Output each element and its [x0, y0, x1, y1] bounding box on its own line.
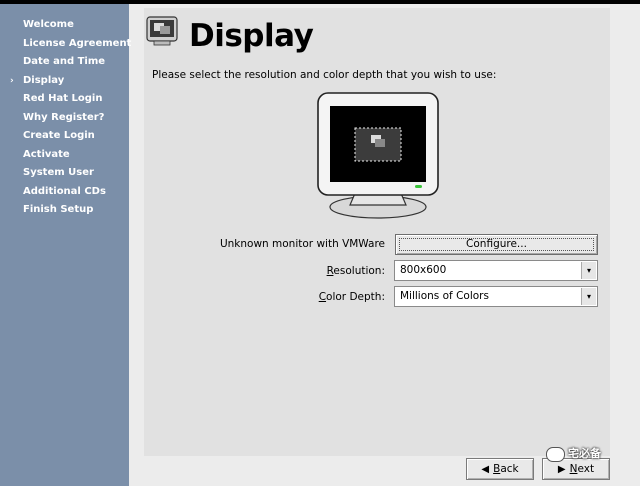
watermark: 宅必备 — [546, 445, 601, 462]
sidebar-item-label: Red Hat Login — [23, 93, 103, 104]
monitor-label: Unknown monitor with VMWare — [219, 238, 385, 250]
sidebar: Welcome License Agreement Date and Time … — [0, 4, 132, 486]
color-depth-value: Millions of Colors — [400, 290, 489, 302]
resolution-label-text: esolution: — [333, 265, 385, 277]
sidebar-item-label: Why Register? — [23, 111, 105, 123]
firstboot-window: Welcome License Agreement Date and Time … — [0, 4, 640, 486]
next-arrow-icon: ▶ — [557, 464, 566, 475]
resolution-label: Resolution: — [214, 265, 385, 277]
current-step-arrow-icon: › — [10, 75, 14, 86]
sidebar-item-activate: Activate — [0, 146, 129, 165]
resolution-select[interactable]: 800x600 ▾ — [394, 260, 598, 281]
resolution-value: 800x600 — [400, 264, 447, 276]
sidebar-item-display: › Display — [0, 72, 129, 91]
sidebar-item-label: License Agreement — [23, 37, 132, 49]
sidebar-item-label: Create Login — [23, 130, 95, 141]
main-panel: Display Please select the resolution and… — [144, 8, 610, 456]
next-label: ext — [577, 463, 595, 475]
sidebar-item-finish-setup: Finish Setup — [0, 201, 129, 220]
sidebar-item-label: Welcome — [23, 19, 74, 30]
configure-button-label: Configure... — [466, 238, 527, 250]
sidebar-item-label: Display — [23, 74, 65, 86]
sidebar-item-system-user: System User — [0, 164, 129, 183]
page-title: Display — [189, 18, 314, 54]
sidebar-item-label: Additional CDs — [23, 185, 106, 197]
sidebar-item-license-agreement: License Agreement — [0, 35, 132, 54]
back-label: ack — [500, 463, 519, 475]
back-button[interactable]: ◀ Back — [466, 458, 534, 480]
sidebar-item-additional-cds: Additional CDs — [0, 183, 129, 202]
watermark-text: 宅必备 — [568, 447, 601, 460]
sidebar-item-label: Finish Setup — [23, 204, 94, 215]
sidebar-item-label: System User — [23, 167, 94, 178]
sidebar-item-why-register: Why Register? — [0, 109, 129, 128]
color-depth-label: Color Depth: — [214, 291, 385, 303]
monitor-preview-icon — [317, 92, 439, 219]
chevron-down-icon[interactable]: ▾ — [581, 288, 596, 305]
sidebar-item-label: Activate — [23, 148, 70, 160]
color-depth-label-mnemonic: C — [318, 291, 327, 303]
back-arrow-icon: ◀ — [481, 464, 490, 475]
sidebar-item-welcome: Welcome — [0, 16, 129, 35]
chat-bubble-icon — [546, 446, 565, 462]
sidebar-item-red-hat-login: Red Hat Login — [0, 90, 129, 109]
sidebar-item-create-login: Create Login — [0, 127, 129, 146]
display-icon — [146, 16, 178, 46]
intro-text: Please select the resolution and color d… — [152, 69, 497, 81]
sidebar-item-date-and-time: Date and Time — [0, 53, 129, 72]
color-depth-label-text: olor Depth: — [326, 291, 385, 303]
color-depth-select[interactable]: Millions of Colors ▾ — [394, 286, 598, 307]
sidebar-item-label: Date and Time — [23, 56, 106, 67]
chevron-down-icon[interactable]: ▾ — [581, 262, 596, 279]
configure-button[interactable]: Configure... — [395, 234, 598, 255]
